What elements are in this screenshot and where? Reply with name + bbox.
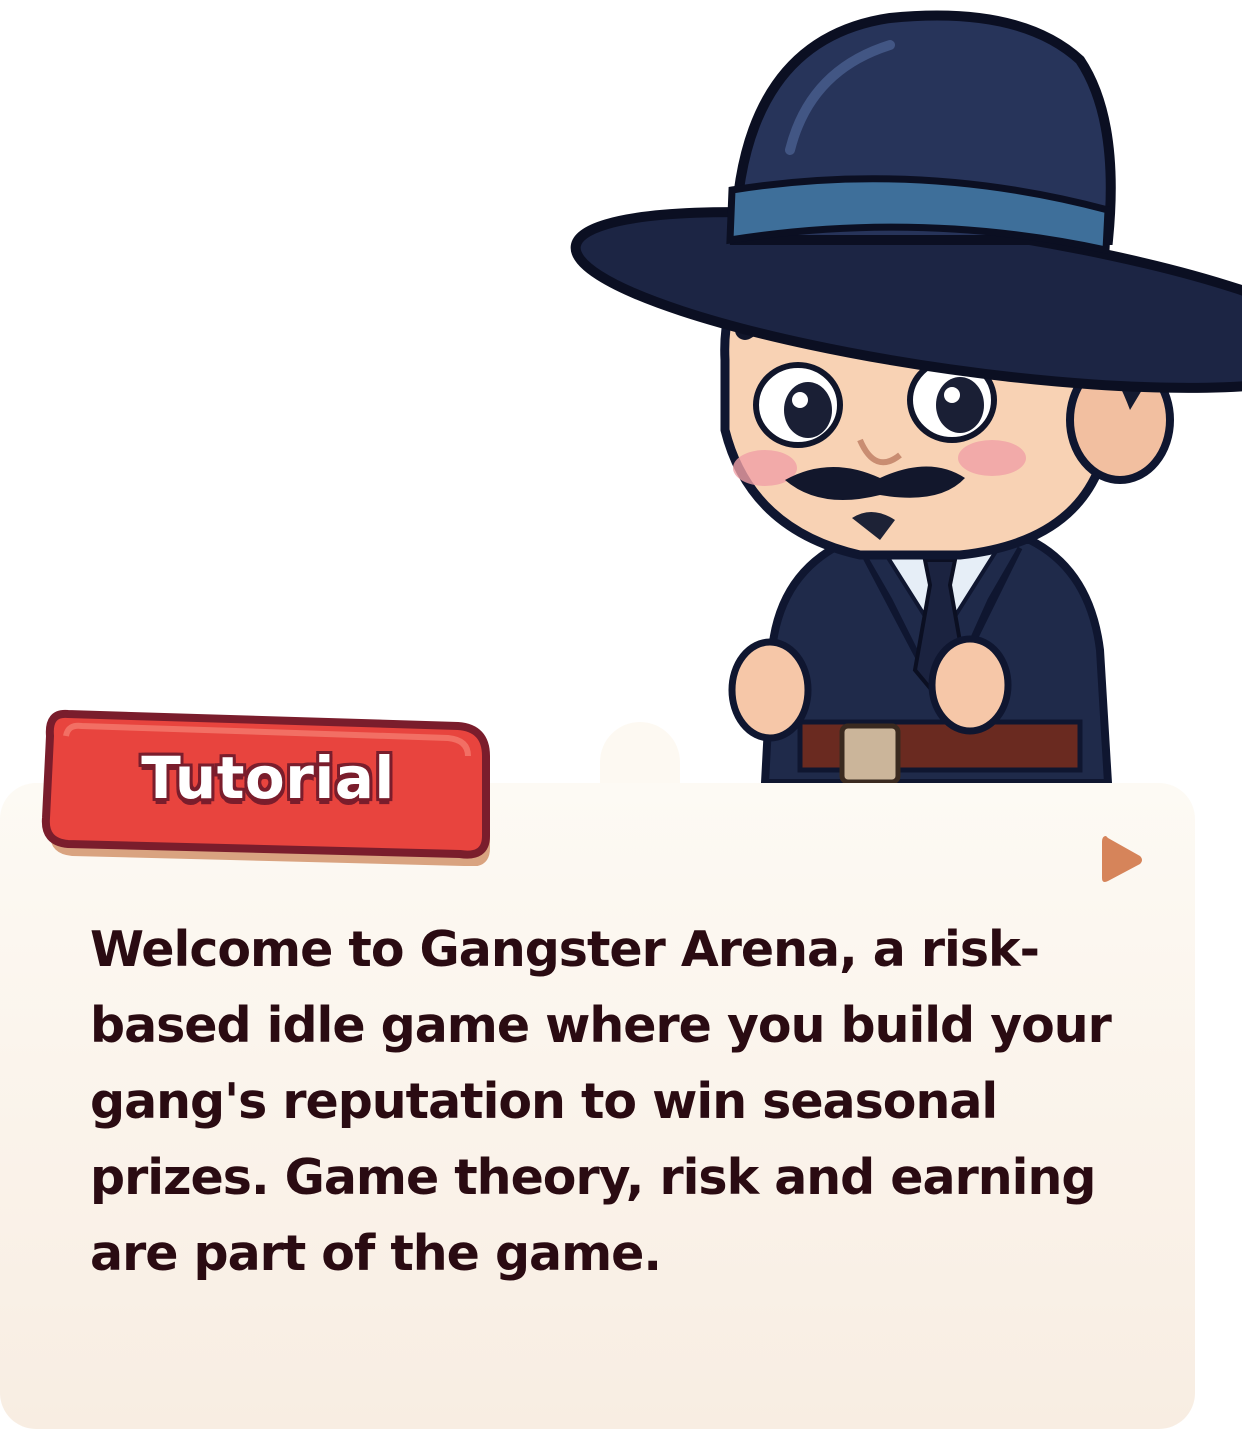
tutorial-screen: Tutorial Welcome to Gangster Arena, a ri… xyxy=(0,0,1242,1429)
gangster-character-illustration xyxy=(570,10,1242,783)
tutorial-message: Welcome to Gangster Arena, a risk-based … xyxy=(90,921,1112,1282)
tutorial-title: Tutorial xyxy=(141,744,395,812)
next-arrow-icon[interactable] xyxy=(1098,830,1146,890)
